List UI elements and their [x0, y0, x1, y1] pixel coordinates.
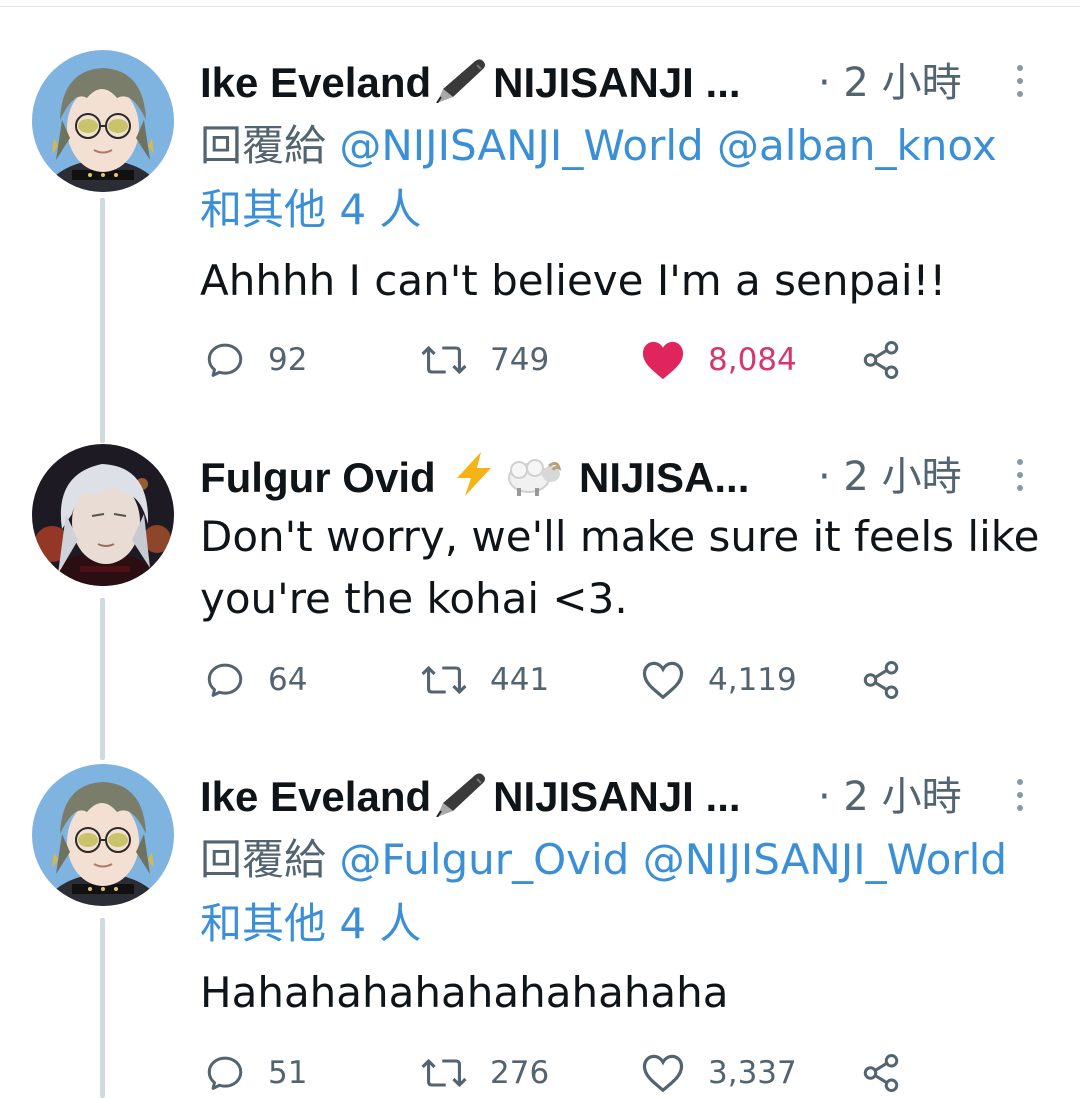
author-name[interactable]: Ike Eveland NIJISANJI ... — [200, 56, 800, 116]
tweet-header: Ike Eveland NIJISANJI ... · 2 小時 — [200, 764, 1060, 828]
mention-link[interactable]: @alban_knox — [717, 121, 997, 170]
display-name: Ike Eveland — [200, 59, 432, 106]
display-name: Fulgur Ovid — [200, 454, 436, 501]
more-options-icon[interactable] — [1008, 454, 1032, 500]
like-count: 8,084 — [708, 342, 797, 378]
display-name: Ike Eveland — [200, 773, 432, 820]
share-icon — [863, 661, 899, 699]
reply-prefix: 回覆給 — [200, 835, 327, 884]
retweet-button[interactable]: 441 — [420, 655, 549, 705]
action-bar: 92 749 8,084 — [200, 335, 920, 385]
heart-filled-icon — [642, 341, 684, 380]
timestamp[interactable]: · 2 小時 — [818, 56, 962, 110]
others-link[interactable]: 和其他 4 人 — [200, 899, 421, 948]
like-button[interactable]: 3,337 — [640, 1048, 797, 1098]
retweet-count: 276 — [490, 1055, 550, 1091]
reply-button[interactable]: 92 — [204, 335, 307, 385]
timestamp[interactable]: · 2 小時 — [818, 770, 962, 824]
timestamp[interactable]: · 2 小時 — [818, 450, 962, 504]
top-divider — [0, 6, 1080, 7]
avatar[interactable] — [32, 764, 174, 906]
retweet-count: 441 — [490, 662, 550, 698]
avatar[interactable] — [32, 50, 174, 192]
reply-icon — [207, 663, 243, 697]
retweet-button[interactable]: 749 — [420, 335, 549, 385]
retweet-icon — [421, 345, 467, 375]
like-button[interactable]: 8,084 — [640, 335, 797, 385]
tweet[interactable]: Ike Eveland NIJISANJI ... · 2 小時 回覆給 @Ful… — [0, 764, 1080, 1098]
tweet[interactable]: Ike Eveland NIJISANJI ... · 2 小時 回覆給 @NIJ… — [0, 50, 1080, 390]
like-count: 3,337 — [708, 1055, 797, 1091]
sheep-icon — [505, 452, 563, 511]
action-bar: 51 276 3,337 — [200, 1048, 920, 1098]
heart-outline-icon — [642, 1054, 684, 1093]
reply-count: 92 — [268, 342, 308, 378]
share-button[interactable] — [860, 655, 902, 705]
others-link[interactable]: 和其他 4 人 — [200, 185, 421, 234]
name-suffix: NIJISA... — [579, 454, 750, 501]
share-icon — [863, 1054, 899, 1092]
reply-context: 回覆給 @NIJISANJI_World @alban_knox 和其他 4 人 — [200, 114, 1060, 242]
tweet-text: Don't worry, we'll make sure it feels li… — [200, 506, 1060, 630]
reply-button[interactable]: 64 — [204, 655, 307, 705]
name-suffix: NIJISANJI ... — [493, 773, 741, 820]
reply-context: 回覆給 @Fulgur_Ovid @NIJISANJI_World 和其他 4 … — [200, 828, 1060, 956]
more-options-icon[interactable] — [1008, 60, 1032, 106]
action-bar: 64 441 4,119 — [200, 655, 920, 705]
reply-icon — [207, 1056, 243, 1090]
share-button[interactable] — [860, 1048, 902, 1098]
like-count: 4,119 — [708, 662, 797, 698]
retweet-count: 749 — [490, 342, 550, 378]
tweet-text: Ahhhh I can't believe I'm a senpai!! — [200, 256, 947, 305]
more-options-icon[interactable] — [1008, 774, 1032, 820]
tweet-header: Fulgur Ovid NIJISA... · 2 小時 — [200, 444, 1060, 508]
reply-button[interactable]: 51 — [204, 1048, 307, 1098]
retweet-icon — [421, 665, 467, 695]
reply-prefix: 回覆給 — [200, 121, 327, 170]
avatar[interactable] — [32, 444, 174, 586]
tweet-text-line: Don't worry, we'll make sure it feels li… — [200, 512, 1040, 561]
reply-icon — [207, 343, 243, 377]
share-button[interactable] — [860, 335, 902, 385]
heart-outline-icon — [642, 661, 684, 700]
author-name[interactable]: Ike Eveland NIJISANJI ... — [200, 770, 800, 830]
reply-count: 51 — [268, 1055, 308, 1091]
mention-link[interactable]: @Fulgur_Ovid — [339, 835, 629, 884]
tweet[interactable]: Fulgur Ovid NIJISA... · 2 小時 Don't worry… — [0, 444, 1080, 714]
retweet-icon — [421, 1058, 467, 1088]
share-icon — [863, 341, 899, 379]
lightning-icon — [449, 450, 499, 511]
retweet-button[interactable]: 276 — [420, 1048, 549, 1098]
pen-nib-icon — [433, 771, 489, 830]
author-name[interactable]: Fulgur Ovid NIJISA... — [200, 450, 800, 511]
like-button[interactable]: 4,119 — [640, 655, 797, 705]
tweet-text: Hahahahahahahahahaha — [200, 968, 729, 1017]
tweet-header: Ike Eveland NIJISANJI ... · 2 小時 — [200, 50, 1060, 114]
tweet-text-line: you're the kohai <3. — [200, 574, 628, 623]
mention-link[interactable]: @NIJISANJI_World — [339, 121, 703, 170]
mention-link[interactable]: @NIJISANJI_World — [643, 835, 1007, 884]
name-suffix: NIJISANJI ... — [493, 59, 741, 106]
pen-nib-icon — [433, 57, 489, 116]
reply-count: 64 — [268, 662, 308, 698]
